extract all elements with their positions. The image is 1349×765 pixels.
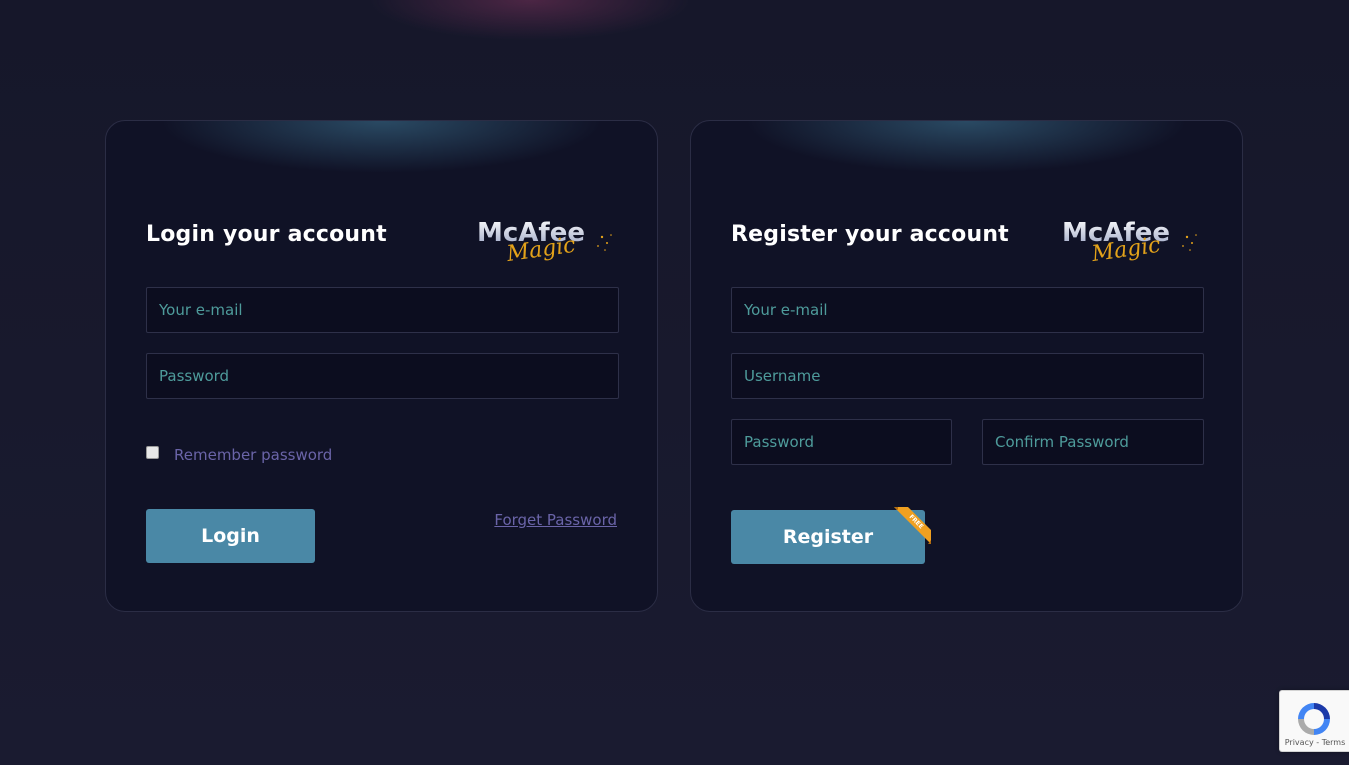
register-email-input[interactable] <box>731 287 1204 333</box>
login-password-input[interactable] <box>146 353 619 399</box>
recaptcha-privacy-link[interactable]: Privacy <box>1285 738 1314 747</box>
remember-password-row: Remember password <box>146 443 332 464</box>
recaptcha-badge[interactable]: Privacy - Terms <box>1279 690 1349 752</box>
recaptcha-icon <box>1294 699 1334 739</box>
recaptcha-terms-link[interactable]: Terms <box>1322 738 1346 747</box>
register-username-input[interactable] <box>731 353 1204 399</box>
login-card: Login your account McAfee Magic Remember… <box>105 120 658 612</box>
register-title: Register your account <box>731 222 1009 247</box>
recaptcha-separator: - <box>1313 738 1322 747</box>
remember-password-checkbox[interactable] <box>146 445 159 459</box>
login-button[interactable]: Login <box>146 509 315 563</box>
free-ribbon: FREE <box>894 507 931 544</box>
remember-password-label[interactable]: Remember password <box>174 446 332 464</box>
recaptcha-links: Privacy - Terms <box>1280 738 1349 747</box>
mcafee-magic-logo: McAfee Magic <box>477 217 617 267</box>
register-password-input[interactable] <box>731 419 952 465</box>
login-email-input[interactable] <box>146 287 619 333</box>
register-confirm-password-input[interactable] <box>982 419 1204 465</box>
mcafee-magic-logo: McAfee Magic <box>1062 217 1202 267</box>
forget-password-link[interactable]: Forget Password <box>494 511 617 529</box>
register-card: Register your account McAfee Magic Regis… <box>690 120 1243 612</box>
login-title: Login your account <box>146 222 387 247</box>
